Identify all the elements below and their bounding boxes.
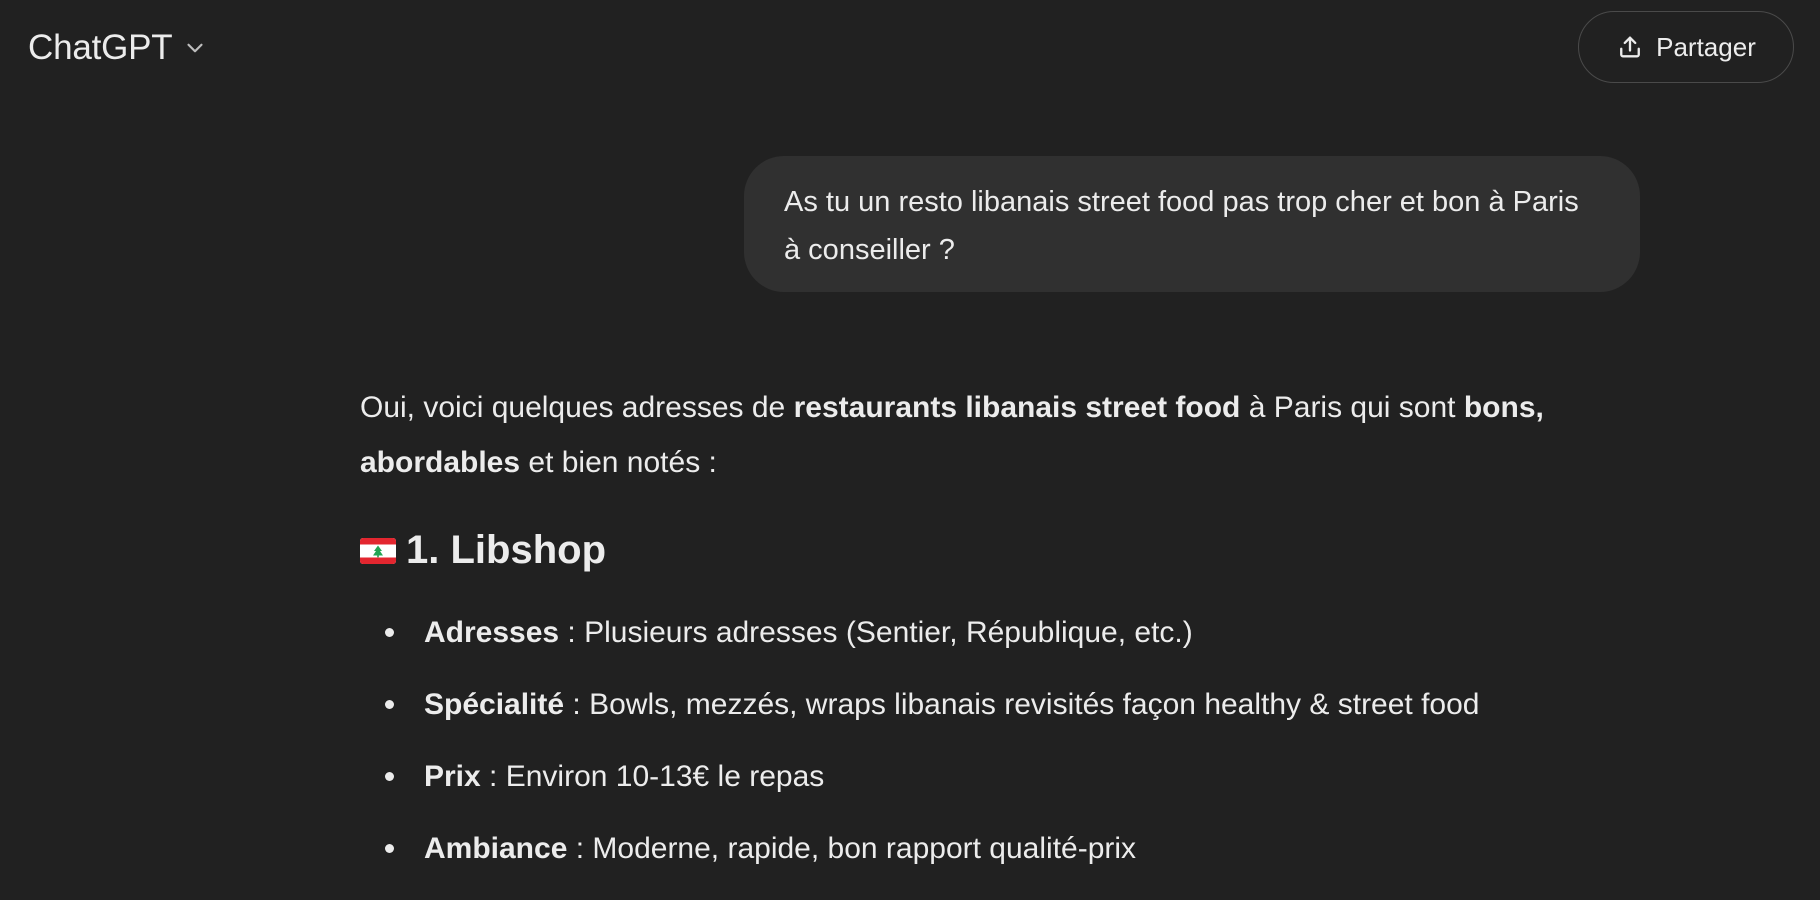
user-message-text: As tu un resto libanais street food pas … — [784, 186, 1579, 266]
chevron-down-icon — [187, 43, 204, 53]
model-name: ChatGPT — [28, 28, 173, 67]
item-value: : Environ 10-13€ le repas — [480, 760, 825, 793]
bullet-icon — [385, 844, 394, 853]
bullet-icon — [385, 700, 394, 709]
intro-text: Oui, voici quelques adresses de — [360, 391, 794, 424]
intro-text: et bien notés : — [520, 446, 717, 479]
restaurant-details-list: Adresses : Plusieurs adresses (Sentier, … — [360, 612, 1480, 900]
bullet-icon — [385, 628, 394, 637]
list-item: Adresses : Plusieurs adresses (Sentier, … — [360, 612, 1480, 684]
item-value: : Moderne, rapide, bon rapport qualité-p… — [567, 832, 1137, 865]
list-item: Spécialité : Bowls, mezzés, wraps libana… — [360, 684, 1480, 756]
section-heading-text: 1. Libshop — [406, 528, 606, 572]
intro-text: à Paris qui sont — [1240, 391, 1464, 424]
item-value: : Plusieurs adresses (Sentier, Républiqu… — [559, 616, 1193, 649]
share-button[interactable]: Partager — [1578, 11, 1794, 83]
list-item: Ambiance : Moderne, rapide, bon rapport … — [360, 828, 1480, 900]
user-message-bubble: As tu un resto libanais street food pas … — [744, 156, 1640, 292]
section-heading: 1. Libshop — [360, 528, 606, 573]
assistant-message: Oui, voici quelques adresses de restaura… — [360, 380, 1650, 865]
item-value: : Bowls, mezzés, wraps libanais revisité… — [564, 688, 1480, 721]
intro-bold-text: restaurants libanais street food — [793, 391, 1241, 424]
list-item: Prix : Environ 10-13€ le repas — [360, 756, 1480, 828]
lebanon-flag-icon — [360, 537, 396, 564]
item-key: Ambiance — [424, 832, 568, 865]
top-bar: ChatGPT Partager — [0, 0, 1820, 96]
share-label: Partager — [1656, 31, 1756, 62]
model-switcher[interactable]: ChatGPT — [28, 26, 208, 70]
share-icon — [1620, 36, 1641, 58]
item-key: Prix — [424, 760, 481, 793]
item-key: Spécialité — [424, 688, 565, 721]
assistant-intro: Oui, voici quelques adresses de restaura… — [360, 380, 1650, 490]
item-key: Adresses — [424, 616, 560, 649]
bullet-icon — [385, 772, 394, 781]
